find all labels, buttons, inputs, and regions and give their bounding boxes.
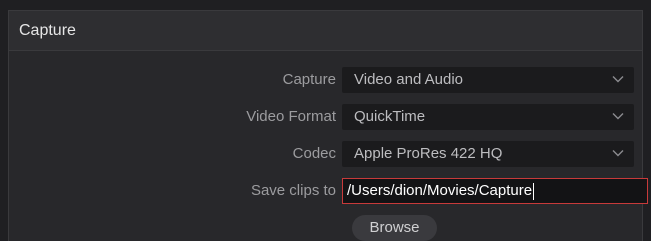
- capture-value: Video and Audio: [354, 71, 463, 88]
- panel-header: Capture: [9, 11, 642, 51]
- panel-title: Capture: [19, 21, 76, 39]
- browse-button[interactable]: Browse: [352, 215, 437, 241]
- text-caret: [533, 182, 535, 200]
- capture-panel: Capture Capture Video and Audio Video Fo…: [8, 10, 648, 241]
- chevron-down-icon: [612, 76, 624, 83]
- video-format-label: Video Format: [246, 108, 336, 125]
- browse-row: Browse: [9, 215, 642, 241]
- capture-dropdown[interactable]: Video and Audio: [342, 67, 634, 93]
- capture-row: Capture Video and Audio: [9, 67, 642, 93]
- video-format-row: Video Format QuickTime: [9, 104, 642, 130]
- save-clips-row: Save clips to /Users/dion/Movies/Capture: [9, 178, 648, 204]
- codec-row: Codec Apple ProRes 422 HQ: [9, 141, 642, 167]
- chevron-down-icon: [612, 150, 624, 157]
- save-clips-path-input[interactable]: /Users/dion/Movies/Capture: [342, 178, 648, 204]
- codec-value: Apple ProRes 422 HQ: [354, 145, 503, 162]
- save-clips-label: Save clips to: [250, 182, 336, 199]
- chevron-down-icon: [612, 113, 624, 120]
- video-format-value: QuickTime: [354, 108, 426, 125]
- save-clips-path-text: /Users/dion/Movies/Capture: [347, 182, 533, 199]
- codec-dropdown[interactable]: Apple ProRes 422 HQ: [342, 141, 634, 167]
- codec-label: Codec: [292, 145, 336, 162]
- video-format-dropdown[interactable]: QuickTime: [342, 104, 634, 130]
- capture-label: Capture: [282, 71, 336, 88]
